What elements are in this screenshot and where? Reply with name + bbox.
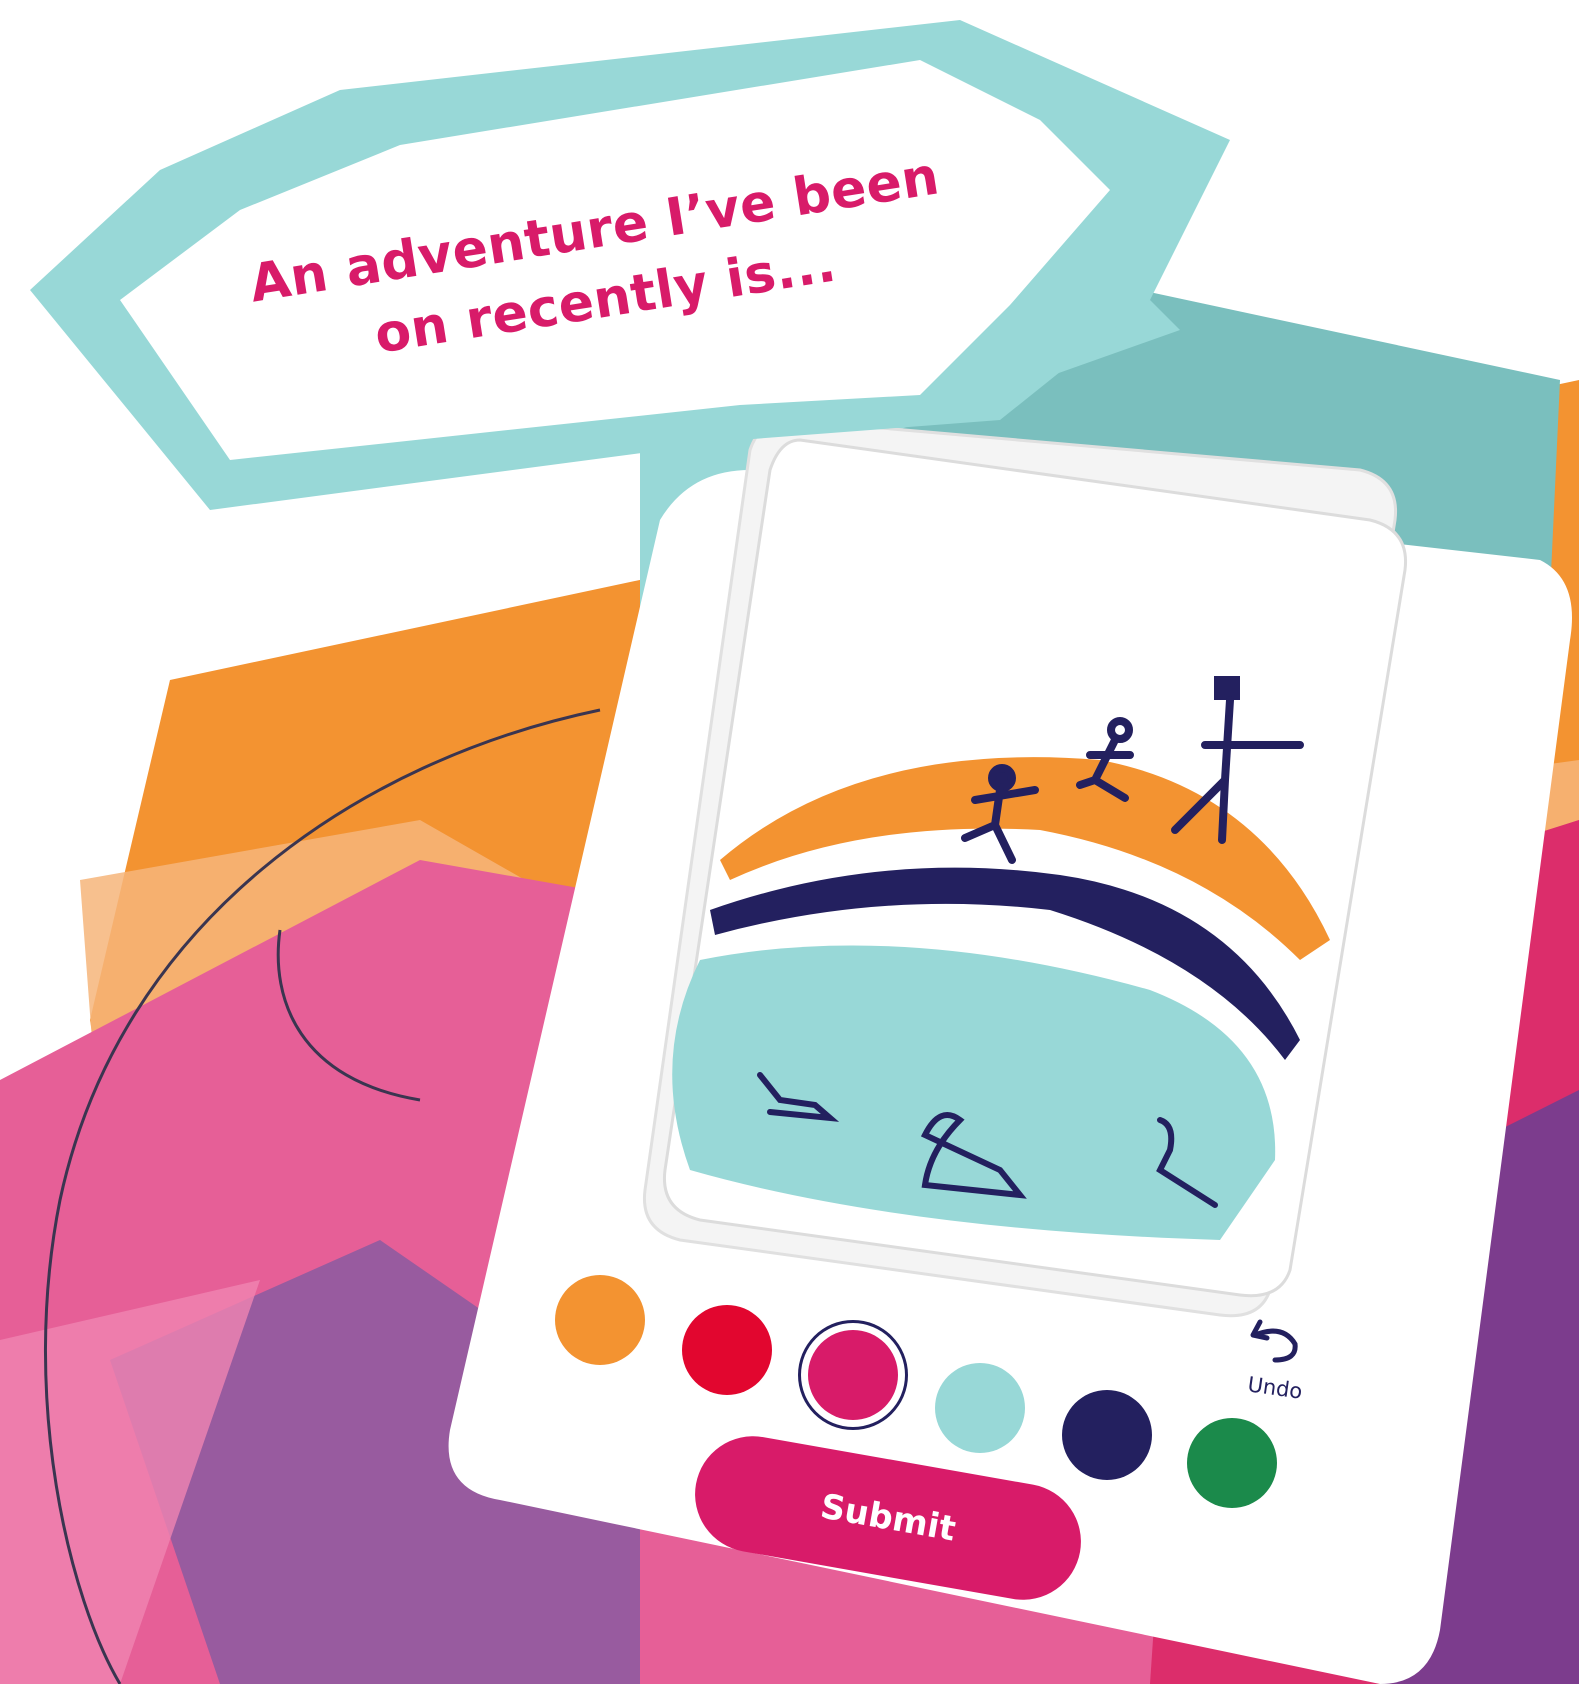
swatch-navy[interactable] [1062,1390,1152,1480]
swatch-magenta[interactable] [808,1330,898,1420]
swatch-red[interactable] [682,1305,772,1395]
drawing-card: An adventure I’ve been on recently is...… [0,0,1579,1684]
swatch-orange[interactable] [555,1275,645,1365]
submit-label: Submit [817,1486,959,1550]
swatch-light-teal[interactable] [935,1363,1025,1453]
undo-arrow-icon [1250,1319,1298,1363]
swatch-green[interactable] [1187,1418,1277,1508]
